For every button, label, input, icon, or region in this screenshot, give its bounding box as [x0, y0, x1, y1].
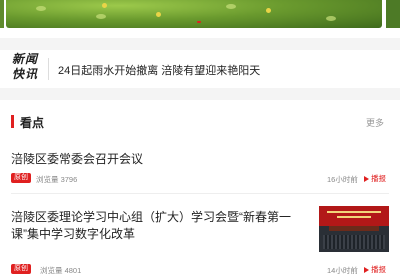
view-count: 浏览量 3796	[36, 175, 78, 184]
divider	[48, 58, 49, 80]
speaker-icon	[364, 176, 369, 183]
divider	[11, 193, 389, 194]
section-title: 看点	[20, 116, 45, 130]
play-broadcast-button[interactable]: 播报	[364, 173, 386, 184]
banner-image[interactable]	[6, 0, 382, 28]
banner-prev-peek	[0, 0, 4, 28]
speaker-icon	[364, 267, 369, 274]
top-banner[interactable]	[0, 0, 400, 38]
play-broadcast-button[interactable]: 播报	[364, 264, 386, 275]
banner-next-peek	[386, 0, 400, 28]
more-link[interactable]: 更多	[366, 116, 384, 129]
original-badge: 原创	[11, 264, 31, 274]
view-count: 浏览量 4801	[40, 266, 82, 275]
news-title[interactable]: 涪陵区委理论学习中心组（扩大）学习会暨“新春第一课”集中学习数字化改革	[11, 209, 311, 243]
news-flash-logo-line1: 新闻	[12, 52, 39, 66]
news-flash-logo-line2: 快讯	[12, 67, 39, 81]
play-label: 播报	[371, 265, 386, 274]
publish-time: 16小时前	[327, 175, 358, 184]
kandian-section: 看点 更多 涪陵区委常委会召开会议 原创 浏览量 3796 16小时前 播报 涪…	[0, 100, 400, 280]
section-accent-bar	[11, 115, 14, 128]
news-flash-logo: 新闻 快讯	[12, 52, 50, 82]
publish-time: 14小时前	[327, 266, 358, 275]
play-label: 播报	[371, 174, 386, 183]
news-thumbnail[interactable]	[319, 206, 389, 252]
news-flash[interactable]: 新闻 快讯 24日起雨水开始撤离 涪陵有望迎来艳阳天	[0, 50, 400, 88]
original-badge: 原创	[11, 173, 31, 183]
news-title[interactable]: 涪陵区委常委会召开会议	[11, 150, 143, 167]
news-flash-headline[interactable]: 24日起雨水开始撤离 涪陵有望迎来艳阳天	[58, 62, 260, 78]
carousel-indicator	[197, 21, 201, 23]
